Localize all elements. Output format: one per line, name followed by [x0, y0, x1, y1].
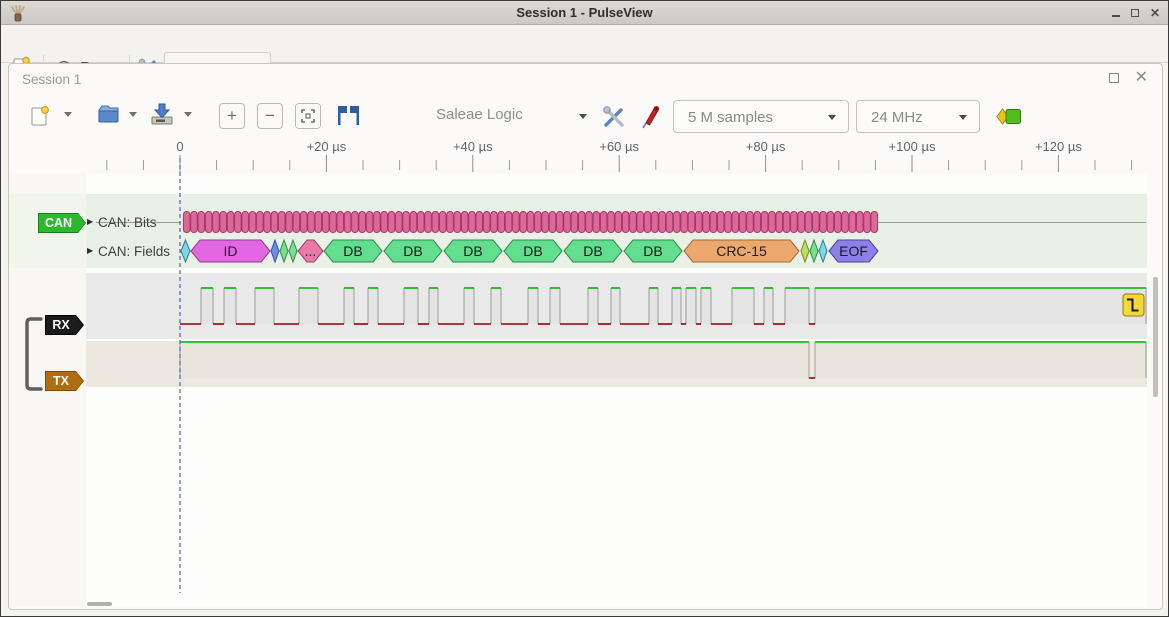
ruler-label: +40 µs — [453, 139, 493, 154]
wrench-screwdriver-icon — [601, 104, 627, 130]
rx-row-bg — [86, 273, 1147, 339]
ruler-label: 0 — [176, 139, 183, 154]
new-file-dropdown[interactable] — [64, 112, 72, 117]
device-dropdown[interactable] — [579, 114, 587, 119]
zoom-fit-icon — [300, 108, 316, 124]
sample-rate-combo[interactable]: 24 MHz — [856, 100, 980, 133]
chevron-down-icon — [959, 115, 967, 120]
close-icon[interactable]: ✕ — [1150, 7, 1160, 19]
open-folder-icon — [96, 103, 121, 125]
trigger-markers-button[interactable] — [336, 105, 361, 126]
chevron-down-icon — [828, 115, 836, 120]
ruler-label: +80 µs — [746, 139, 786, 154]
horizontal-scrollbar-thumb[interactable] — [87, 602, 112, 606]
save-button[interactable] — [149, 102, 175, 126]
ruler-label: +20 µs — [307, 139, 347, 154]
expand-arrow-icon[interactable]: ▶ — [87, 217, 93, 226]
decoder-row-bg — [86, 194, 1147, 268]
sample-rate-value: 24 MHz — [871, 101, 923, 134]
ruler-label: +60 µs — [599, 139, 639, 154]
session-restore-icon[interactable] — [1109, 73, 1119, 83]
chevron-down-icon — [184, 112, 192, 117]
session-title: Session 1 — [22, 72, 81, 87]
expand-arrow-icon[interactable]: ▶ — [87, 246, 93, 255]
zoom-out-button[interactable]: − — [257, 103, 283, 129]
minimize-icon[interactable] — [1112, 10, 1120, 17]
rx-tag-label: RX — [52, 318, 69, 332]
open-button[interactable] — [96, 103, 121, 125]
tx-row-bg — [86, 341, 1147, 387]
titlebar[interactable]: Session 1 - PulseView ✕ — [1, 1, 1168, 25]
probe-icon — [640, 103, 664, 130]
window-title: Session 1 - PulseView — [1, 1, 1168, 25]
main-toolbar: Run Session 1 ✕ — [1, 25, 1168, 63]
rx-channel-tag[interactable]: RX — [45, 315, 84, 335]
zoom-in-button[interactable]: + — [219, 103, 245, 129]
open-dropdown[interactable] — [129, 112, 137, 117]
chevron-down-icon — [129, 112, 137, 117]
sample-count-combo[interactable]: 5 M samples — [673, 100, 849, 133]
row-label-can-bits[interactable]: CAN: Bits — [98, 215, 157, 230]
zoom-fit-button[interactable] — [295, 103, 321, 129]
ruler-label: +120 µs — [1035, 139, 1082, 154]
tx-tag-label: TX — [53, 374, 69, 388]
ruler-label: +100 µs — [889, 139, 936, 154]
save-dropdown[interactable] — [184, 112, 192, 117]
configure-device-button[interactable] — [601, 104, 627, 130]
add-decoder-button[interactable] — [996, 107, 1022, 126]
new-file-icon — [29, 105, 51, 128]
session-close-icon[interactable]: ✕ — [1135, 71, 1148, 85]
can-tag-label: CAN — [45, 216, 72, 230]
chevron-down-icon — [579, 114, 587, 119]
vertical-scrollbar-thumb[interactable] — [1153, 277, 1158, 397]
device-selector[interactable]: Saleae Logic — [436, 106, 523, 123]
row-label-can-fields[interactable]: CAN: Fields — [98, 244, 170, 259]
app-window: Session 1 - PulseView ✕ Run — [0, 0, 1169, 617]
maximize-icon[interactable] — [1131, 9, 1139, 17]
can-channel-tag[interactable]: CAN — [38, 213, 86, 233]
trigger-flags-icon — [336, 105, 361, 126]
channel-group-bracket[interactable] — [23, 313, 45, 395]
save-icon — [149, 102, 175, 126]
decoder-icon — [996, 107, 1022, 126]
tx-channel-tag[interactable]: TX — [45, 371, 84, 391]
channels-button[interactable] — [640, 103, 664, 130]
timeline-ruler[interactable]: 0 +20 µs +40 µs +60 µs +80 µs +100 µs +120 µs — [9, 137, 1162, 173]
chevron-down-icon — [64, 112, 72, 117]
sample-count-value: 5 M samples — [688, 101, 773, 134]
new-file-button[interactable] — [29, 105, 51, 128]
